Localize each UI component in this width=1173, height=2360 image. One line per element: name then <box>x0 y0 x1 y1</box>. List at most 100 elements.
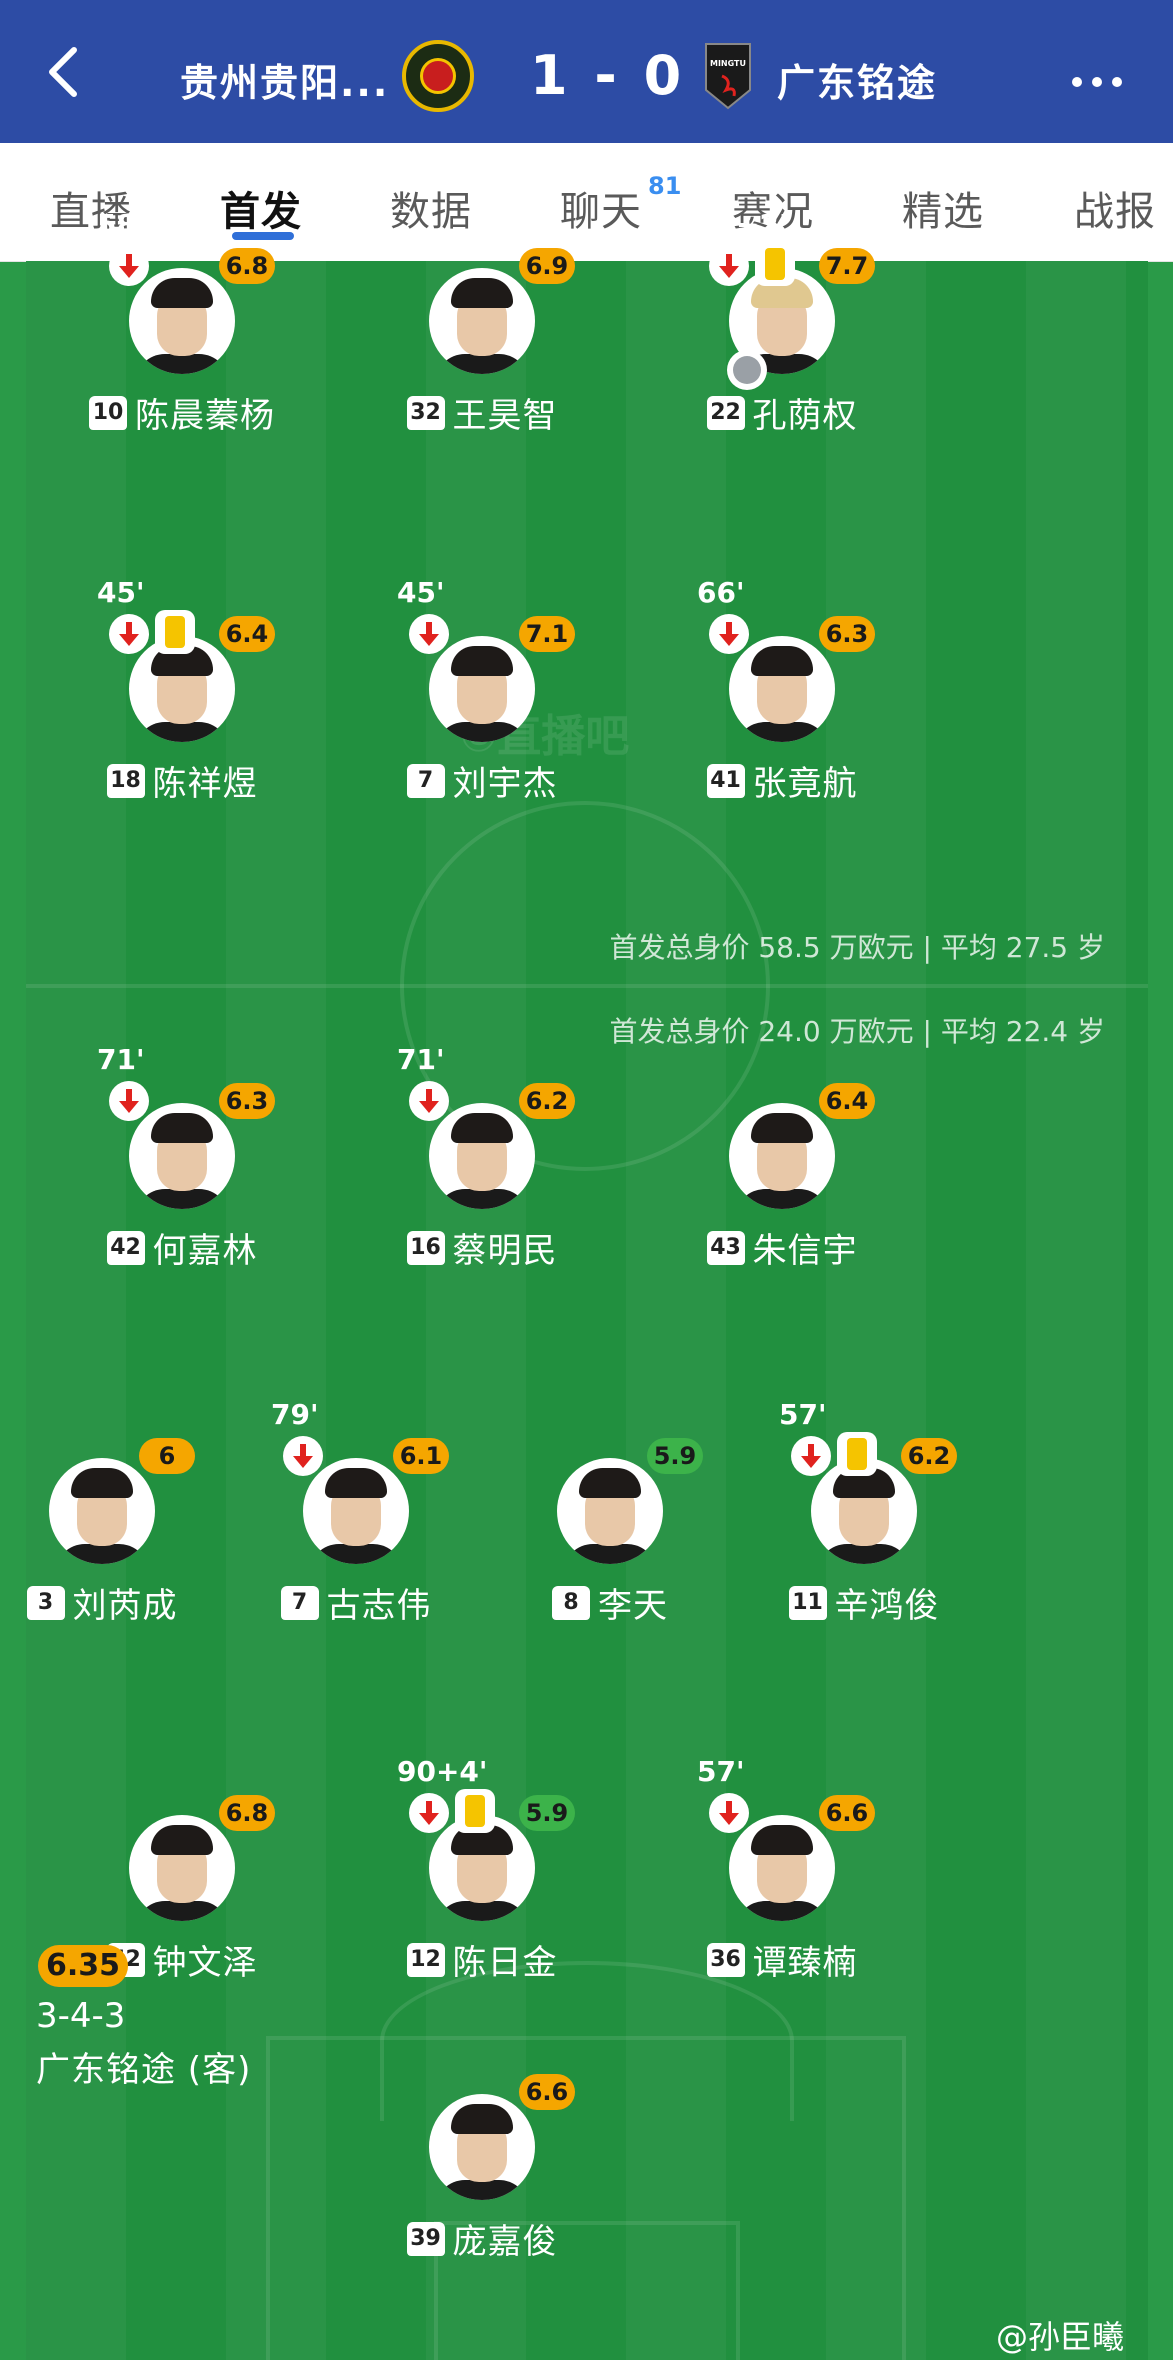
away-team-logo-icon[interactable]: MINGTU <box>702 40 754 112</box>
substitution-time: 79' <box>271 1398 319 1431</box>
away-lineup-value: 首发总身价 24.0 万欧元 | 平均 22.4 岁 <box>609 1015 1105 1048</box>
player-rating: 6 <box>139 1438 195 1474</box>
home-team-name[interactable]: 贵州贵阳... <box>180 52 389 107</box>
more-options-icon[interactable] <box>1072 72 1132 87</box>
player-rating: 6.4 <box>219 616 275 652</box>
player-rating: 6.1 <box>393 1438 449 1474</box>
player-card[interactable]: 6 3 刘芮成 <box>0 1408 207 1628</box>
substitution-arrow-icon <box>709 1793 749 1833</box>
tab-report[interactable]: 战报 <box>1074 179 1156 237</box>
player-rating: 6.4 <box>819 1083 875 1119</box>
player-card[interactable]: 5.9 8 李天 <box>505 1408 715 1628</box>
jersey-number: 18 <box>110 767 141 793</box>
player-name: 何嘉林 <box>152 1231 258 1271</box>
substitution-time: 57' <box>697 1755 745 1788</box>
player-avatar <box>303 1458 409 1564</box>
player-card[interactable]: 58' 6.8 10 陈晨蓁杨 <box>77 208 287 438</box>
player-name: 张竟航 <box>752 764 858 804</box>
substitution-arrow-icon <box>109 246 149 286</box>
substitution-time: 71' <box>97 1043 145 1076</box>
player-card[interactable]: 66' 6.3 41 张竟航 <box>677 576 887 806</box>
player-card[interactable]: 90+2' 7.7 22 孔荫权 <box>677 208 887 438</box>
player-card[interactable]: 79' 6.1 7 古志伟 <box>251 1398 461 1628</box>
chat-count-badge: 81 <box>648 172 682 200</box>
player-card[interactable]: 90+4' 5.9 12 陈日金 <box>377 1755 587 1985</box>
player-card[interactable]: 71' 6.3 42 何嘉林 <box>77 1043 287 1273</box>
player-avatar <box>557 1458 663 1564</box>
player-name: 古志伟 <box>326 1586 432 1626</box>
jersey-number: 41 <box>710 767 741 793</box>
substitution-time: 66' <box>697 576 745 609</box>
player-card[interactable]: 6.4 43 朱信宇 <box>677 1053 887 1273</box>
player-name: 庞嘉俊 <box>452 2222 558 2262</box>
player-card[interactable]: 6.9 32 王昊智 <box>377 218 587 438</box>
substitution-time: 90+4' <box>397 1755 488 1788</box>
player-avatar <box>729 636 835 742</box>
substitution-time: 45' <box>397 576 445 609</box>
player-card[interactable]: 71' 6.2 16 蔡明民 <box>377 1043 587 1273</box>
player-name-row: 7 古志伟 <box>211 1578 501 1627</box>
substitution-arrow-icon <box>709 246 749 286</box>
yellow-card-icon <box>755 242 795 286</box>
home-lineup-value: 首发总身价 58.5 万欧元 | 平均 27.5 岁 <box>609 931 1105 964</box>
player-name: 陈祥煜 <box>152 764 258 804</box>
player-card[interactable]: 57' 6.2 11 辛鸿俊 <box>759 1398 969 1628</box>
substitution-arrow-icon <box>283 1436 323 1476</box>
player-rating: 6.2 <box>519 1083 575 1119</box>
player-avatar <box>429 2094 535 2200</box>
jersey-number: 11 <box>792 1589 823 1615</box>
substitution-time: 58' <box>97 208 145 241</box>
player-name-row: 32 王昊智 <box>337 388 627 437</box>
player-name-row: 43 朱信宇 <box>637 1223 927 1272</box>
jersey-icon: 39 <box>406 2221 445 2256</box>
player-avatar <box>429 268 535 374</box>
substitution-arrow-icon <box>409 614 449 654</box>
jersey-icon: 11 <box>788 1585 827 1620</box>
jersey-number: 43 <box>710 1234 741 1260</box>
match-header: 贵州贵阳... 1 - 0 MINGTU 广东铭途 <box>0 0 1173 143</box>
captain-icon <box>727 350 767 390</box>
player-card[interactable]: 45' 6.4 18 陈祥煜 <box>77 576 287 806</box>
weibo-watermark: @孙臣曦 <box>996 2318 1125 2356</box>
jersey-icon: 8 <box>552 1585 590 1620</box>
substitution-arrow-icon <box>409 1793 449 1833</box>
player-name-row: 3 刘芮成 <box>0 1578 247 1627</box>
tab-highlights[interactable]: 精选 <box>902 179 984 237</box>
home-team-logo-icon[interactable] <box>402 40 474 112</box>
player-rating: 7.7 <box>819 248 875 284</box>
player-name-row: 7 刘宇杰 <box>337 756 627 805</box>
player-rating: 5.9 <box>647 1438 703 1474</box>
player-rating: 6.6 <box>819 1795 875 1831</box>
jersey-number: 42 <box>110 1234 141 1260</box>
away-logo-text: MINGTU <box>710 59 746 68</box>
player-avatar <box>129 1103 235 1209</box>
player-name-row: 8 李天 <box>465 1578 755 1627</box>
substitution-arrow-icon <box>709 614 749 654</box>
substitution-time: 71' <box>397 1043 445 1076</box>
jersey-number: 22 <box>710 399 741 425</box>
back-arrow-icon[interactable] <box>40 44 88 100</box>
player-name-row: 10 陈晨蓁杨 <box>37 388 327 437</box>
player-name-row: 41 张竟航 <box>637 756 927 805</box>
player-rating: 5.9 <box>519 1795 575 1831</box>
jersey-number: 7 <box>291 1589 308 1615</box>
player-card[interactable]: 45' 7.1 7 刘宇杰 <box>377 576 587 806</box>
player-avatar <box>129 268 235 374</box>
away-team-name[interactable]: 广东铭途 <box>777 52 937 107</box>
substitution-time: 45' <box>97 576 145 609</box>
player-name-row: 11 辛鸿俊 <box>719 1578 1009 1627</box>
player-card[interactable]: 6.6 39 庞嘉俊 <box>377 2044 587 2264</box>
player-card[interactable]: 57' 6.6 36 谭臻楠 <box>677 1755 887 1985</box>
team-formation: 3-4-3 <box>36 1996 126 2036</box>
jersey-icon: 41 <box>706 763 745 798</box>
player-avatar <box>729 1103 835 1209</box>
substitution-arrow-icon <box>791 1436 831 1476</box>
jersey-icon: 42 <box>106 1230 145 1265</box>
jersey-number: 8 <box>563 1589 579 1615</box>
jersey-number: 16 <box>410 1234 441 1260</box>
player-name: 刘芮成 <box>72 1586 178 1626</box>
jersey-icon: 32 <box>406 395 445 430</box>
jersey-number: 32 <box>410 399 441 425</box>
player-name: 王昊智 <box>452 396 558 436</box>
player-avatar <box>429 636 535 742</box>
